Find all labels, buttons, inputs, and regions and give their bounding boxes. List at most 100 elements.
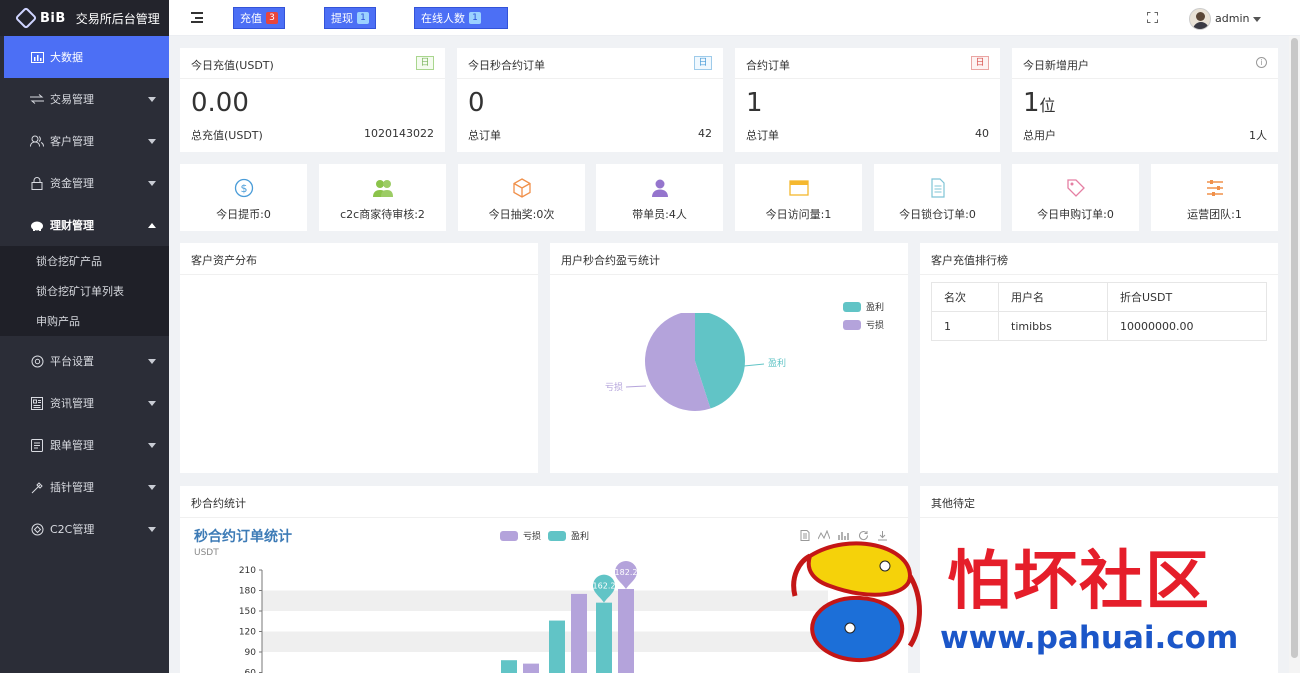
scroll-thumb[interactable] — [1291, 38, 1298, 658]
bar-loss[interactable] — [523, 663, 539, 673]
bar-loss[interactable] — [571, 593, 587, 673]
panel-recharge-ranking: 客户充值排行榜 名次 用户名 折合USDT 1 timibbs 10000000… — [920, 243, 1278, 473]
chart-title: 秒合约订单统计 — [194, 529, 292, 545]
stat-title: 今日秒合约订单 — [468, 59, 545, 72]
bar-profit[interactable] — [501, 660, 517, 673]
pnl-pie-chart: 盈利 亏损 — [605, 313, 786, 411]
box-icon — [512, 178, 531, 198]
sidebar-item-label: 资金管理 — [50, 177, 94, 190]
document-icon — [30, 438, 44, 452]
sidebar-item-big-data[interactable]: 大数据 — [4, 36, 169, 78]
sidebar-item-trade[interactable]: 交易管理 — [0, 78, 169, 120]
info-icon[interactable]: i — [1256, 57, 1267, 68]
mini-card-lock-orders[interactable]: 今日锁仓订单:0 — [874, 164, 1001, 231]
withdraw-label: 提现 — [331, 12, 353, 25]
sidebar-item-funds[interactable]: 资金管理 — [0, 162, 169, 204]
sidebar-item-platform-settings[interactable]: 平台设置 — [0, 340, 169, 382]
sidebar-item-customers[interactable]: 客户管理 — [0, 120, 169, 162]
stat-foot-label: 总订单 — [468, 129, 501, 142]
sidebar-item-label: 插针管理 — [50, 481, 94, 494]
sidebar-item-needle[interactable]: 插针管理 — [0, 466, 169, 508]
avatar[interactable] — [1189, 8, 1211, 30]
sidebar-item-news[interactable]: 资讯管理 — [0, 382, 169, 424]
chevron-down-icon — [148, 139, 156, 144]
person-icon — [651, 179, 668, 197]
day-tag: 日 — [971, 56, 989, 70]
watermark-text: 怕坏社区 — [947, 544, 1211, 619]
legend-swatch — [500, 530, 518, 541]
mini-label: 今日抽奖:0次 — [488, 208, 555, 221]
watermark-url: www.pahuai.com — [940, 620, 1239, 656]
bar-profit[interactable] — [596, 602, 612, 673]
stat-card-contract-orders: 合约订单 日 1 总订单 40 — [735, 48, 1000, 152]
chevron-down-icon — [148, 97, 156, 102]
needle-icon — [30, 480, 44, 494]
chevron-down-icon — [148, 527, 156, 532]
recharge-button[interactable]: 充值 3 — [233, 7, 285, 29]
legend-swatch — [548, 530, 566, 541]
mini-card-ops-team[interactable]: 运营团队:1 — [1151, 164, 1278, 231]
table-cell: 1 — [931, 311, 999, 341]
withdraw-button[interactable]: 提现 1 — [324, 7, 376, 29]
user-menu[interactable]: admin — [1215, 12, 1262, 25]
stat-title: 合约订单 — [746, 59, 790, 72]
dollar-icon: $ — [234, 178, 253, 198]
sidebar-item-copy-trading[interactable]: 跟单管理 — [0, 424, 169, 466]
exchange-icon — [30, 92, 44, 106]
online-users-button[interactable]: 在线人数 1 — [414, 7, 508, 29]
stat-card-new-users: 今日新增用户 i 1位 总用户 1人 — [1012, 48, 1278, 152]
day-tag: 日 — [694, 56, 712, 70]
online-users-label: 在线人数 — [421, 12, 465, 25]
legend-item-loss[interactable]: 亏损 — [500, 529, 541, 542]
column-header: 名次 — [931, 282, 999, 312]
sidebar-item-finance[interactable]: 理财管理 — [0, 204, 169, 246]
merchants-icon — [372, 180, 393, 197]
chevron-down-icon — [148, 359, 156, 364]
max-pin-label: 182.2 — [615, 568, 638, 577]
top-header: 充值 3 提现 1 在线人数 1 admin — [169, 0, 1300, 36]
mini-card-subscription-orders[interactable]: 今日申购订单:0 — [1012, 164, 1139, 231]
sidebar-item-label: 交易管理 — [50, 93, 94, 106]
mini-card-today-visits[interactable]: 今日访问量:1 — [735, 164, 862, 231]
online-count-badge: 1 — [469, 12, 481, 24]
app-title: 交易所后台管理 — [75, 11, 160, 26]
chevron-up-icon — [148, 223, 156, 228]
submenu-item-subscription-products[interactable]: 申购产品 — [0, 306, 169, 336]
stat-foot-value: 1020143022 — [364, 127, 434, 140]
menu-toggle-icon[interactable] — [191, 12, 203, 23]
bar-loss[interactable] — [618, 588, 634, 673]
panel-asset-distribution: 客户资产分布 — [180, 243, 538, 473]
news-icon — [30, 396, 44, 410]
watermark-fish-logo — [791, 541, 922, 663]
max-pin-label: 162.2 — [593, 582, 616, 591]
table-row: 1 timibbs 10000000.00 — [931, 311, 1267, 341]
mini-label: 带单员:4人 — [632, 208, 687, 221]
y-tick-label: 180 — [239, 587, 256, 597]
file-icon — [930, 178, 945, 198]
panel-title: 客户充值排行榜 — [931, 254, 1008, 267]
submenu-item-lock-mining-orders[interactable]: 锁仓挖矿订单列表 — [0, 276, 169, 306]
logo-icon — [14, 6, 38, 30]
sidebar-item-c2c[interactable]: C2C管理 — [0, 508, 169, 550]
bar-profit[interactable] — [549, 620, 565, 673]
y-tick-label: 210 — [239, 566, 256, 576]
mini-card-c2c-pending[interactable]: c2c商家待审核:2 — [319, 164, 446, 231]
finance-submenu: 锁仓挖矿产品 锁仓挖矿订单列表 申购产品 — [0, 246, 169, 336]
stat-foot-value: 40 — [975, 127, 989, 140]
column-header: 折合USDT — [1107, 282, 1267, 312]
submenu-item-lock-mining-products[interactable]: 锁仓挖矿产品 — [0, 246, 169, 276]
c2c-icon — [30, 522, 44, 536]
mini-card-traders[interactable]: 带单员:4人 — [596, 164, 723, 231]
recharge-count-badge: 3 — [266, 12, 278, 24]
stat-foot-value: 1人 — [1249, 129, 1267, 142]
stat-foot-label: 总充值(USDT) — [191, 129, 263, 142]
scrollbar[interactable] — [1289, 36, 1300, 673]
panel-title: 秒合约统计 — [191, 497, 246, 510]
column-header: 用户名 — [998, 282, 1108, 312]
fullscreen-icon[interactable] — [1147, 12, 1158, 23]
legend-item-profit[interactable]: 盈利 — [843, 300, 884, 313]
table-header-row: 名次 用户名 折合USDT — [931, 282, 1267, 312]
mini-card-today-withdraw[interactable]: $ 今日提币:0 — [180, 164, 307, 231]
legend-item-profit[interactable]: 盈利 — [548, 529, 589, 542]
mini-card-today-lottery[interactable]: 今日抽奖:0次 — [458, 164, 585, 231]
